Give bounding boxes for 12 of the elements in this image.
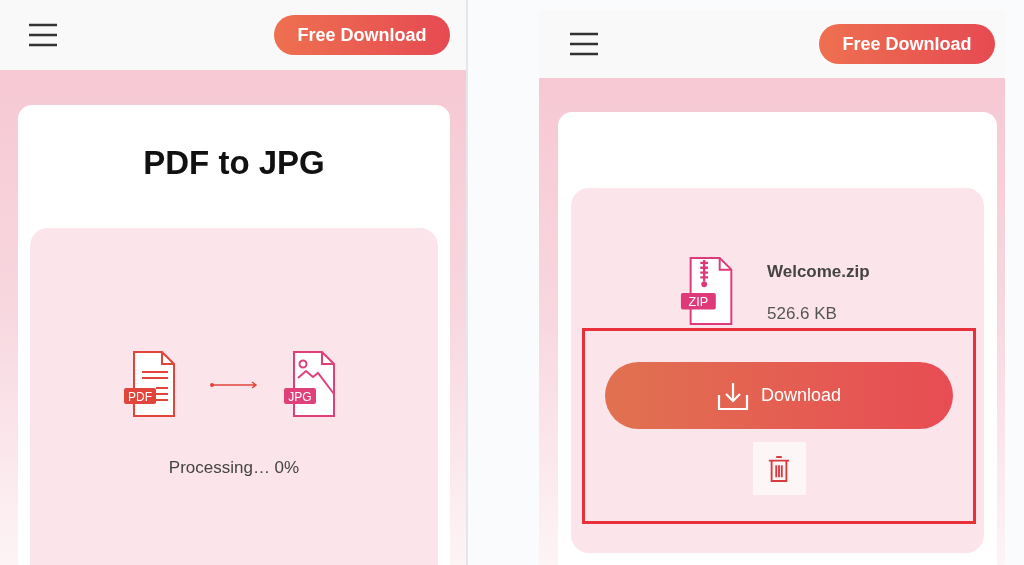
download-button[interactable]: Download: [605, 362, 953, 429]
menu-icon[interactable]: [569, 32, 599, 56]
menu-icon[interactable]: [28, 23, 58, 47]
trash-icon: [767, 454, 791, 483]
delete-button[interactable]: [752, 442, 806, 495]
status-text: Processing… 0%: [167, 458, 301, 478]
free-download-button[interactable]: Free Download: [819, 24, 995, 64]
free-download-button[interactable]: Free Download: [274, 15, 450, 55]
page-title: PDF to JPG: [142, 143, 326, 183]
file-size: 526.6 KB: [767, 304, 838, 324]
file-name: Welcome.zip: [767, 262, 870, 282]
download-icon: [716, 380, 749, 411]
